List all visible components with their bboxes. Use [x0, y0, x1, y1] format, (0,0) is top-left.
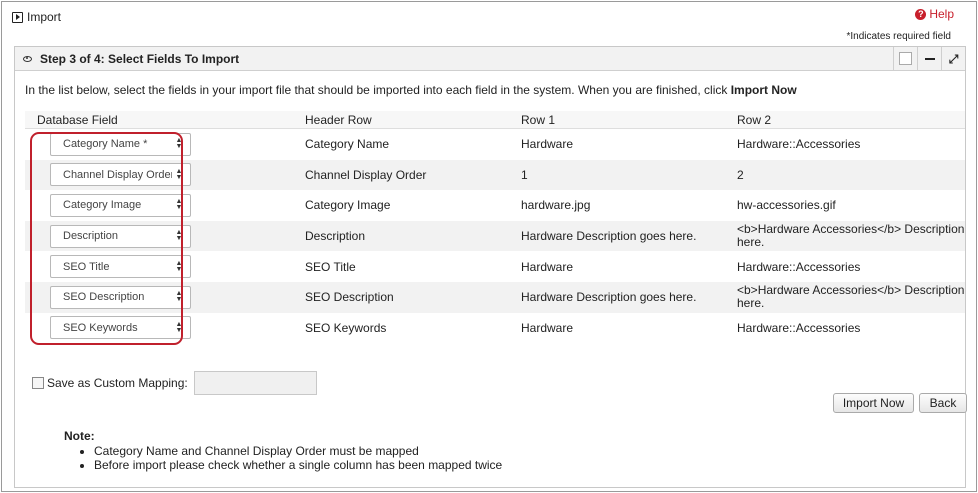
- database-field-select[interactable]: Category Image ▲ ▼: [50, 193, 191, 217]
- back-button[interactable]: Back: [919, 393, 967, 413]
- select-value: Description: [63, 230, 119, 243]
- row-2-cell: hw-accessories.gif: [737, 198, 836, 213]
- save-mapping-checkbox[interactable]: [32, 377, 44, 389]
- minimize-icon: [924, 57, 935, 60]
- panel-expand-button[interactable]: ⤢: [941, 47, 965, 70]
- row-2-cell: Hardware::Accessories: [737, 259, 861, 274]
- help-label: Help: [929, 7, 954, 21]
- row-1-cell: hardware.jpg: [521, 198, 591, 213]
- row-1-cell: 1: [521, 167, 528, 182]
- page-title: Import: [12, 10, 61, 24]
- eye-icon: [23, 55, 32, 62]
- table-row: SEO Description ▲ ▼ SEO Description Hardwa…: [25, 281, 965, 313]
- page-title-label: Import: [27, 10, 62, 24]
- panel-header: Step 3 of 4: Select Fields To Import ⤢: [15, 47, 965, 71]
- chevron-up-down-icon: ▲ ▼: [175, 259, 183, 273]
- panel-minimize-button[interactable]: [917, 47, 941, 70]
- chevron-up-down-icon: ▲ ▼: [175, 198, 183, 212]
- chevron-up-down-icon: ▲ ▼: [175, 167, 183, 181]
- help-icon: ?: [915, 8, 927, 20]
- square-icon: [899, 52, 912, 65]
- database-field-select[interactable]: Category Name * ▲ ▼: [50, 132, 191, 156]
- database-field-select[interactable]: SEO Title ▲ ▼: [50, 255, 191, 279]
- column-header-database-field: Database Field: [37, 112, 118, 127]
- select-value: Category Name *: [63, 138, 148, 151]
- select-value: SEO Keywords: [63, 321, 138, 334]
- column-header-row-1: Row 1: [521, 112, 556, 127]
- field-mapping-table: Database Field Header Row Row 1 Row 2 Ca…: [25, 111, 965, 343]
- note-list: Category Name and Channel Display Order …: [64, 444, 502, 472]
- row-2-cell: <b>Hardware Accessories</b> Description …: [737, 284, 965, 311]
- instructions-text: In the list below, select the fields in …: [25, 83, 731, 97]
- header-row-cell: Category Name: [305, 137, 390, 152]
- table-row: Description ▲ ▼ Description Hardware Descr…: [25, 220, 965, 252]
- database-field-select[interactable]: SEO Description ▲ ▼: [50, 285, 191, 309]
- table-row: Category Image ▲ ▼ Category Image hardware…: [25, 190, 965, 221]
- row-2-cell: Hardware::Accessories: [737, 137, 861, 152]
- database-field-select[interactable]: Description ▲ ▼: [50, 224, 191, 248]
- table-row: SEO Keywords ▲ ▼ SEO Keywords Hardware Har…: [25, 313, 965, 344]
- expand-icon: ⤢: [948, 51, 959, 66]
- row-2-cell: Hardware::Accessories: [737, 320, 861, 335]
- row-2-cell: <b>Hardware Accessories</b> Description …: [737, 223, 965, 250]
- save-mapping-row: Save as Custom Mapping:: [32, 371, 317, 395]
- table-row: SEO Title ▲ ▼ SEO Title Hardware Hardware:…: [25, 251, 965, 282]
- chevron-up-down-icon: ▲ ▼: [175, 229, 183, 243]
- instructions-action: Import Now: [730, 83, 797, 97]
- chevron-up-down-icon: ▲ ▼: [175, 320, 183, 334]
- header-row-cell: SEO Description: [305, 290, 394, 305]
- panel-title: Step 3 of 4: Select Fields To Import: [40, 51, 240, 66]
- table-row: Category Name * ▲ ▼ Category Name Hardware…: [25, 129, 965, 160]
- table-row: Channel Display Order ▲ ▼ Channel Display …: [25, 159, 965, 191]
- select-value: SEO Title: [63, 260, 110, 273]
- save-mapping-label: Save as Custom Mapping:: [47, 376, 188, 390]
- header-row-cell: Description: [305, 229, 366, 244]
- panel-box-button[interactable]: [893, 47, 917, 70]
- header-row-cell: SEO Keywords: [305, 320, 387, 335]
- panel-controls: ⤢: [893, 47, 965, 70]
- row-1-cell: Hardware: [521, 320, 574, 335]
- column-header-row-2: Row 2: [737, 112, 772, 127]
- import-now-button[interactable]: Import Now: [833, 393, 914, 413]
- note: Note: Category Name and Channel Display …: [64, 429, 502, 472]
- note-item: Category Name and Channel Display Order …: [94, 444, 502, 458]
- header-row-cell: SEO Title: [305, 259, 356, 274]
- select-value: SEO Description: [63, 291, 145, 304]
- header-row-cell: Channel Display Order: [305, 167, 427, 182]
- row-1-cell: Hardware Description goes here.: [521, 229, 697, 244]
- row-1-cell: Hardware: [521, 259, 574, 274]
- note-item: Before import please check whether a sin…: [94, 458, 502, 472]
- column-header-header-row: Header Row: [305, 112, 372, 127]
- custom-mapping-name-input[interactable]: [193, 371, 317, 395]
- row-1-cell: Hardware: [521, 137, 574, 152]
- database-field-select[interactable]: Channel Display Order ▲ ▼: [50, 163, 191, 187]
- chevron-up-down-icon: ▲ ▼: [175, 137, 183, 151]
- select-fields-panel: Step 3 of 4: Select Fields To Import ⤢ I…: [14, 46, 967, 488]
- select-value: Category Image: [63, 199, 142, 212]
- chevron-up-down-icon: ▲ ▼: [175, 290, 183, 304]
- note-title: Note:: [64, 429, 95, 443]
- import-window: Import ? Help *Indicates required field …: [1, 1, 977, 492]
- row-1-cell: Hardware Description goes here.: [521, 290, 697, 305]
- instructions: In the list below, select the fields in …: [25, 83, 797, 97]
- database-field-select[interactable]: SEO Keywords ▲ ▼: [50, 316, 191, 340]
- help-link[interactable]: ? Help: [915, 7, 954, 21]
- select-value: Channel Display Order: [63, 168, 172, 181]
- play-icon: [12, 11, 23, 23]
- table-header: Database Field Header Row Row 1 Row 2: [25, 111, 965, 129]
- header-row-cell: Category Image: [305, 198, 391, 213]
- row-2-cell: 2: [737, 167, 744, 182]
- required-note: *Indicates required field: [846, 31, 951, 42]
